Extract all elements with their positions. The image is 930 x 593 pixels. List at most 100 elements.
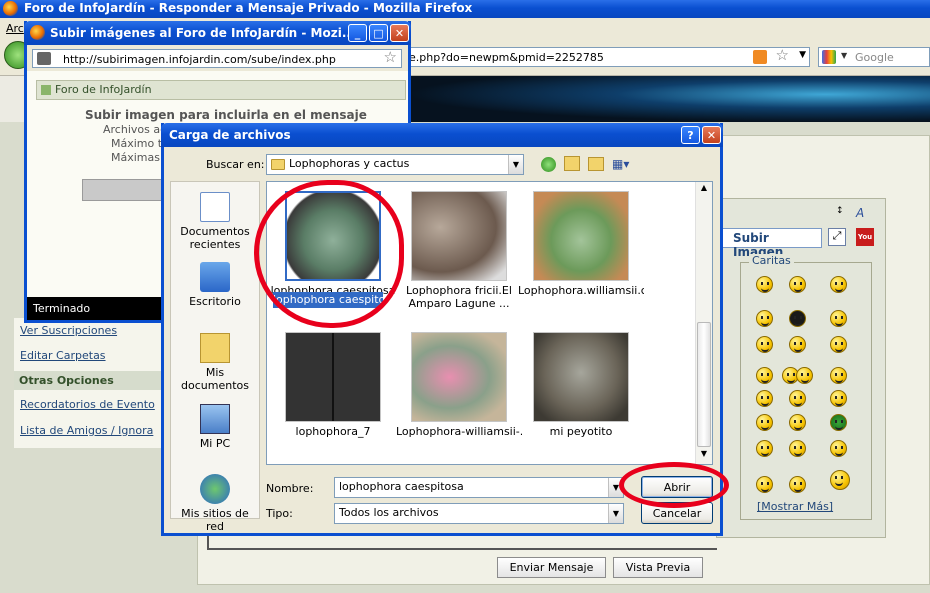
smiley-icon[interactable] — [756, 440, 773, 457]
sidebar-link-friends[interactable]: Lista de Amigos / Ignora — [20, 424, 153, 437]
filename-label: Nombre: — [266, 482, 314, 495]
place-desktop-label: Escritorio — [189, 295, 241, 308]
filetype-dropdown[interactable]: Todos los archivos ▼ — [334, 503, 624, 524]
places-bar: Documentos recientes Escritorio Mis docu… — [170, 181, 260, 533]
firefox-icon — [3, 1, 18, 16]
back-icon[interactable] — [541, 157, 556, 172]
minimize-button[interactable]: _ — [348, 24, 367, 42]
search-engine-arrow-icon[interactable]: ▼ — [841, 51, 847, 60]
smiley-icon[interactable] — [756, 414, 773, 431]
smiley-icon[interactable] — [789, 310, 806, 327]
help-button[interactable]: ? — [681, 126, 700, 144]
main-url-bar[interactable]: e.php?do=newpm&pmid=2252785 ☆ ▼ — [405, 47, 810, 67]
more-smilies-link[interactable]: [Mostrar Más] — [757, 500, 833, 513]
file-thumbnail — [411, 191, 507, 281]
place-network[interactable]: Mis sitios de red — [171, 474, 259, 533]
smiley-icon[interactable] — [789, 476, 806, 493]
bookmark-star-icon[interactable]: ☆ — [384, 50, 397, 66]
smiley-icon[interactable] — [830, 276, 847, 293]
place-my-computer-label: Mi PC — [199, 437, 231, 450]
smiley-icon[interactable] — [830, 310, 847, 327]
vertical-scrollbar[interactable]: ▲ ▼ — [695, 182, 712, 464]
look-in-dropdown[interactable]: Lophophoras y cactus ▼ — [266, 154, 524, 175]
up-folder-icon[interactable] — [564, 156, 580, 171]
place-my-computer[interactable]: Mi PC — [171, 404, 259, 450]
file-thumbnail — [285, 332, 381, 422]
scroll-up-icon[interactable]: ▲ — [697, 183, 711, 197]
smiley-icon[interactable] — [830, 390, 847, 407]
filename-value: lophophora caespitosa — [339, 480, 464, 493]
file-name: Lophophora-williamsii-... — [396, 425, 522, 438]
place-recent[interactable]: Documentos recientes — [171, 192, 259, 251]
network-places-icon — [200, 474, 230, 504]
file-thumbnail — [411, 332, 507, 422]
dialog-title: Carga de archivos — [169, 128, 291, 142]
menu-file[interactable]: Arc — [6, 22, 24, 35]
popup-title: Subir imágenes al Foro de InfoJardín - M… — [50, 26, 356, 40]
scroll-down-icon[interactable]: ▼ — [697, 449, 711, 463]
smiley-icon[interactable] — [756, 476, 773, 493]
insert-image-icon[interactable]: ⤢ — [828, 228, 846, 246]
close-button[interactable]: ✕ — [390, 24, 409, 42]
preview-button[interactable]: Vista Previa — [613, 557, 703, 578]
filetype-value: Todos los archivos — [339, 506, 439, 519]
smiley-icon[interactable] — [756, 336, 773, 353]
dropdown-arrow-icon[interactable]: ▼ — [799, 50, 806, 60]
popup-urlbar: http://subirimagen.infojardin.com/sube/i… — [27, 45, 408, 71]
smiley-icon[interactable] — [756, 367, 773, 384]
place-desktop[interactable]: Escritorio — [171, 262, 259, 308]
smiley-icon[interactable] — [789, 414, 806, 431]
place-my-documents[interactable]: Mis documentos — [171, 333, 259, 392]
file-name: Lophophora fricii.El Amparo Lagune ... — [406, 284, 512, 310]
sidebar: Ver Suscripciones Editar Carpetas Otras … — [14, 318, 164, 448]
file-thumbnail — [533, 332, 629, 422]
new-folder-icon[interactable] — [588, 157, 604, 171]
site-icon — [37, 52, 51, 65]
smiley-icon[interactable] — [830, 440, 847, 457]
smiley-icon[interactable] — [830, 414, 847, 431]
rss-icon[interactable] — [753, 50, 767, 64]
upload-image-field[interactable]: Subir Imagen — [722, 228, 822, 259]
sidebar-link-folders[interactable]: Editar Carpetas — [20, 349, 106, 362]
smiley-icon[interactable] — [756, 310, 773, 327]
smiley-icon[interactable] — [789, 336, 806, 353]
file-name: mi peyotito — [549, 425, 613, 438]
smiley-icon[interactable] — [756, 276, 773, 293]
bookmark-star-icon[interactable]: ☆ — [776, 48, 789, 64]
popup-header: Foro de InfoJardín — [36, 80, 406, 100]
chevron-down-icon[interactable]: ▼ — [508, 155, 523, 174]
smiley-icon[interactable] — [789, 276, 806, 293]
format-arrows-icon[interactable]: ↕ — [836, 206, 846, 228]
smiley-icon[interactable] — [830, 336, 847, 353]
popup-url-field[interactable]: http://subirimagen.infojardin.com/sube/i… — [32, 49, 402, 68]
smiley-icon[interactable] — [756, 390, 773, 407]
maximize-button[interactable]: □ — [369, 24, 388, 42]
annotation-circle-open — [619, 462, 729, 508]
smiley-icon[interactable] — [796, 367, 813, 384]
look-in-label: Buscar en: — [206, 158, 265, 171]
youtube-icon[interactable]: You — [856, 228, 874, 246]
sidebar-link-reminders[interactable]: Recordatorios de Evento — [20, 398, 155, 411]
place-network-label: Mis sitios de red — [181, 507, 249, 533]
main-url-text: e.php?do=newpm&pmid=2252785 — [409, 51, 604, 64]
dialog-close-button[interactable]: ✕ — [702, 126, 721, 144]
views-menu-icon[interactable]: ▦▾ — [612, 157, 634, 172]
file-name: Lophophora.williamsii.c... — [518, 284, 644, 297]
sidebar-section-other: Otras Opciones — [14, 371, 164, 390]
smiley-icon[interactable] — [789, 390, 806, 407]
chevron-down-icon[interactable]: ▼ — [608, 504, 623, 523]
forum-banner — [405, 76, 930, 122]
main-window-title: Foro de InfoJardín - Responder a Mensaje… — [24, 1, 473, 15]
font-size-icon[interactable]: A — [856, 206, 864, 220]
search-box[interactable]: ▼ Google — [818, 47, 930, 67]
filename-field[interactable]: lophophora caespitosa ▼ — [334, 477, 624, 498]
smiley-icon[interactable] — [789, 440, 806, 457]
scroll-thumb[interactable] — [697, 322, 711, 447]
sidebar-link-subscriptions[interactable]: Ver Suscripciones — [20, 324, 117, 337]
send-message-button[interactable]: Enviar Mensaje — [497, 557, 606, 578]
google-icon[interactable] — [822, 50, 836, 64]
folder-icon — [271, 159, 285, 170]
smiley-icon[interactable] — [830, 367, 847, 384]
recent-documents-icon — [200, 192, 230, 222]
smiley-icon[interactable] — [830, 470, 850, 490]
